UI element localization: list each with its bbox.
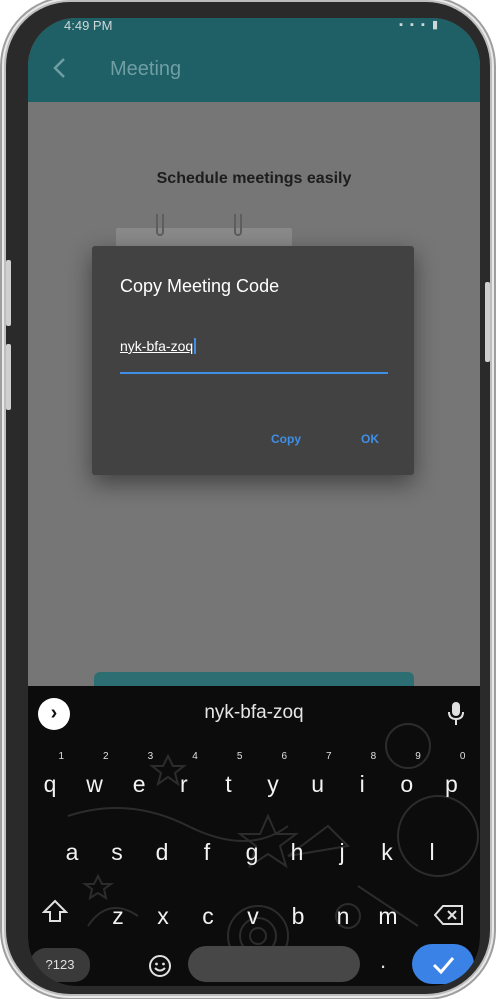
key-d[interactable]: d — [142, 830, 182, 874]
key-u[interactable]: 7u — [298, 752, 338, 806]
key-v[interactable]: v — [233, 894, 273, 938]
schedule-headline: Schedule meetings easily — [156, 170, 352, 187]
key-h[interactable]: h — [277, 830, 317, 874]
key-hint-number: 9 — [415, 751, 421, 762]
status-icons: ▪ ▪ ▪ ▮ — [399, 19, 440, 31]
key-r[interactable]: 4r — [164, 752, 204, 806]
key-w[interactable]: 2w — [75, 752, 115, 806]
key-hint-number: 3 — [147, 751, 154, 762]
status-time: 4:49 PM — [64, 18, 113, 33]
phone-frame: 4:49 PM ▪ ▪ ▪ ▮ Meeting Schedule meeting… — [6, 2, 490, 994]
page-title: Meeting — [110, 58, 182, 80]
power-button — [485, 282, 490, 362]
key-y[interactable]: 6y — [253, 752, 293, 806]
check-icon — [432, 957, 455, 975]
key-label: q — [43, 771, 57, 797]
suggestion-text[interactable]: nyk-bfa-zoq — [28, 702, 480, 724]
key-o[interactable]: 9o — [387, 752, 427, 806]
key-label: p — [444, 771, 458, 797]
space-key[interactable] — [188, 946, 360, 982]
emoji-key-icon[interactable] — [148, 954, 172, 978]
key-e[interactable]: 3e — [119, 752, 159, 806]
ok-button[interactable]: OK — [361, 432, 379, 446]
screen: 4:49 PM ▪ ▪ ▪ ▮ Meeting Schedule meeting… — [28, 18, 480, 986]
shift-key-icon[interactable] — [42, 898, 68, 924]
key-label: o — [400, 771, 414, 797]
key-l[interactable]: l — [412, 830, 452, 874]
copy-button[interactable]: Copy — [271, 432, 301, 446]
key-label: t — [225, 771, 232, 797]
key-t[interactable]: 5t — [208, 752, 248, 806]
calendar-ring-icon — [156, 214, 164, 236]
key-hint-number: 0 — [459, 751, 466, 762]
key-hint-number: 2 — [103, 751, 109, 762]
key-c[interactable]: c — [188, 894, 228, 938]
key-m[interactable]: m — [368, 894, 408, 938]
dialog-title: Copy Meeting Code — [120, 276, 280, 296]
key-q[interactable]: 1q — [30, 752, 70, 806]
key-b[interactable]: b — [278, 894, 318, 938]
key-hint-number: 1 — [58, 751, 64, 762]
key-p[interactable]: 0p — [431, 752, 471, 806]
enter-key[interactable] — [412, 944, 474, 984]
soft-keyboard: › nyk-bfa-zoq 1q2w3e4r5t6y7u8i9o0p asdfg… — [28, 686, 480, 986]
key-label: i — [359, 771, 365, 797]
key-hint-number: 6 — [281, 751, 287, 762]
key-hint-number: 8 — [370, 751, 377, 762]
key-x[interactable]: x — [143, 894, 183, 938]
suggestion-strip: › nyk-bfa-zoq — [28, 686, 480, 738]
key-g[interactable]: g — [232, 830, 272, 874]
meeting-code-value: nyk-bfa-zoq — [120, 338, 194, 354]
backspace-key-icon[interactable] — [434, 904, 464, 926]
key-label: w — [86, 771, 103, 797]
key-hint-number: 4 — [192, 751, 198, 762]
key-hint-number: 5 — [236, 751, 243, 762]
period-key[interactable]: . — [380, 948, 386, 974]
symbols-key[interactable]: ?123 — [30, 948, 90, 982]
key-s[interactable]: s — [97, 830, 137, 874]
key-f[interactable]: f — [187, 830, 227, 874]
key-k[interactable]: k — [367, 830, 407, 874]
text-cursor — [194, 338, 197, 354]
app-bar: 4:49 PM ▪ ▪ ▪ ▮ Meeting — [28, 18, 480, 102]
key-z[interactable]: z — [98, 894, 138, 938]
key-label: e — [132, 771, 146, 797]
microphone-icon[interactable] — [446, 700, 466, 728]
meeting-code-field[interactable]: nyk-bfa-zoq — [120, 338, 388, 374]
key-label: u — [311, 771, 324, 797]
volume-up-button — [6, 260, 11, 326]
key-label: r — [179, 771, 188, 797]
key-j[interactable]: j — [322, 830, 362, 874]
calendar-ring-icon — [234, 214, 242, 236]
key-label: y — [267, 771, 279, 797]
copy-code-dialog: Copy Meeting Code nyk-bfa-zoq Copy OK — [92, 246, 414, 475]
key-n[interactable]: n — [323, 894, 363, 938]
key-hint-number: 7 — [326, 751, 332, 762]
back-arrow-icon[interactable] — [50, 56, 70, 80]
key-i[interactable]: 8i — [342, 752, 382, 806]
key-a[interactable]: a — [52, 830, 92, 874]
volume-down-button — [6, 344, 11, 410]
